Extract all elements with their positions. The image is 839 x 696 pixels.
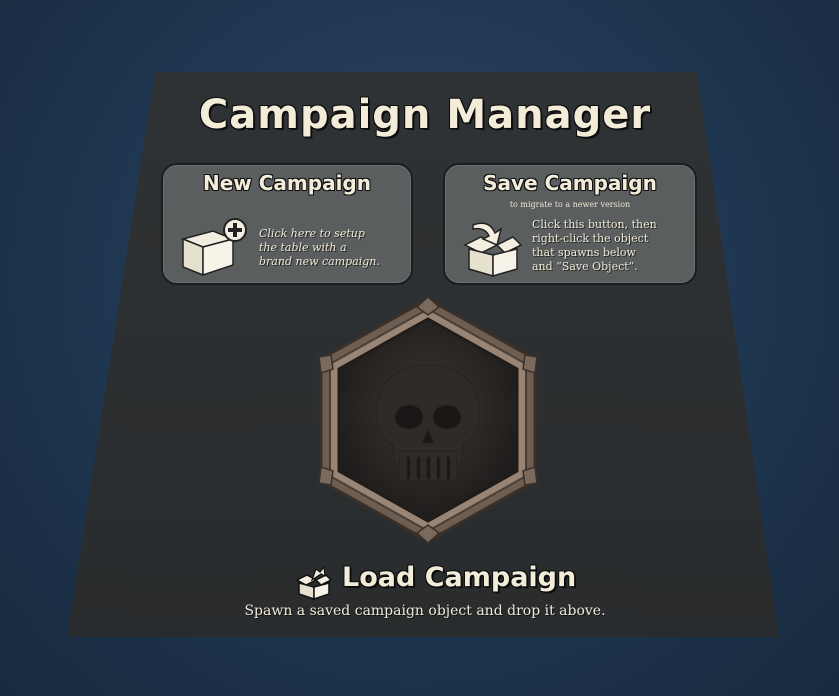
new-campaign-description: Click here to setup the table with a bra… — [259, 227, 380, 269]
box-open-icon — [295, 566, 333, 600]
save-campaign-desc-line: right-click the object — [532, 232, 649, 245]
new-campaign-button[interactable]: New Campaign Click here to setup the tab… — [161, 163, 413, 285]
save-campaign-desc-line: Click this button, then — [532, 218, 657, 231]
save-campaign-desc-line: that spawns below — [532, 246, 636, 259]
new-campaign-title: New Campaign — [203, 171, 371, 195]
save-campaign-description: Click this button, then right-click the … — [532, 218, 657, 274]
load-campaign-title: Load Campaign — [342, 562, 577, 593]
save-campaign-subtitle: to migrate to a newer version — [509, 200, 631, 209]
box-arrow-in-icon — [463, 222, 523, 277]
new-campaign-desc-line: Click here to setup — [259, 227, 365, 240]
page-title: Campaign Manager — [198, 92, 652, 138]
load-campaign-header: Load Campaign — [250, 562, 600, 602]
save-campaign-title: Save Campaign — [483, 171, 657, 195]
new-campaign-desc-line: brand new campaign. — [259, 255, 380, 268]
load-campaign-description: Spawn a saved campaign object and drop i… — [244, 603, 606, 619]
save-campaign-desc-line: and “Save Object”. — [532, 260, 638, 273]
new-campaign-desc-line: the table with a — [259, 241, 347, 254]
save-campaign-button[interactable]: Save Campaign to migrate to a newer vers… — [443, 163, 697, 285]
box-plus-icon — [180, 218, 247, 277]
hex-frame — [318, 295, 538, 545]
campaign-drop-zone[interactable] — [313, 295, 543, 545]
